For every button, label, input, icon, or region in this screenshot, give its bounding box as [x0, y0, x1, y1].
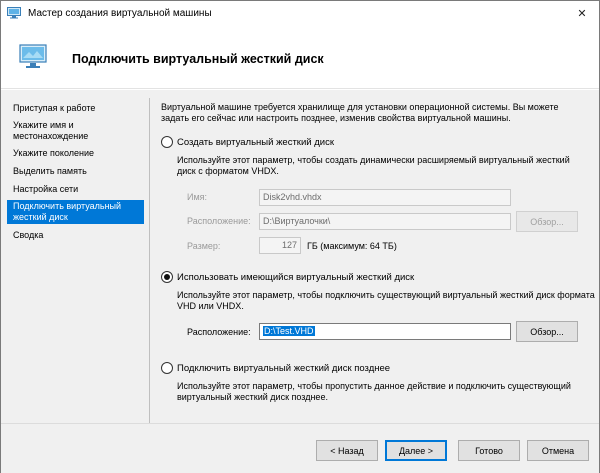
existing-location-field[interactable]: D:\Test.VHD: [259, 323, 511, 340]
nav-divider: [149, 98, 150, 423]
window-title: Мастер создания виртуальной машины: [28, 8, 212, 19]
nav-item-connect-vhd[interactable]: Подключить виртуальный жесткий диск: [7, 200, 144, 224]
nav-item-memory[interactable]: Выделить память: [7, 165, 144, 178]
radio-create-vhd[interactable]: Создать виртуальный жесткий диск: [161, 136, 334, 148]
radio-create-label: Создать виртуальный жесткий диск: [177, 136, 334, 148]
radio-existing-indicator[interactable]: [161, 271, 173, 283]
create-size-unit: ГБ (максимум: 64 ТБ): [307, 241, 397, 251]
create-location-label: Расположение:: [187, 216, 251, 226]
vm-monitor-icon: [19, 44, 47, 70]
radio-later-label: Подключить виртуальный жесткий диск позд…: [177, 362, 391, 374]
wizard-body: Приступая к работе Укажите имя и местона…: [1, 90, 599, 423]
wizard-content: Виртуальной машине требуется хранилище д…: [161, 90, 595, 423]
cancel-button[interactable]: Отмена: [527, 440, 589, 461]
create-name-label: Имя:: [187, 192, 208, 202]
existing-location-value: D:\Test.VHD: [263, 326, 315, 336]
nav-item-summary[interactable]: Сводка: [7, 229, 144, 242]
existing-browse-button[interactable]: Обзор...: [516, 321, 578, 342]
create-name-field[interactable]: Disk2vhd.vhdx: [259, 189, 511, 206]
back-button[interactable]: < Назад: [316, 440, 378, 461]
later-description: Используйте этот параметр, чтобы пропуст…: [177, 381, 571, 402]
radio-create-indicator[interactable]: [161, 136, 173, 148]
close-button[interactable]: ✕: [567, 1, 597, 25]
existing-location-label: Расположение:: [187, 327, 251, 337]
next-button[interactable]: Далее >: [385, 440, 447, 461]
create-size-field[interactable]: 127: [259, 237, 301, 254]
create-browse-button[interactable]: Обзор...: [516, 211, 578, 232]
page-title: Подключить виртуальный жесткий диск: [72, 52, 324, 66]
nav-item-generation[interactable]: Укажите поколение: [7, 147, 144, 160]
wizard-window: Мастер создания виртуальной машины ✕ Под…: [0, 0, 600, 473]
nav-item-name-location[interactable]: Укажите имя и местонахождение: [7, 119, 144, 143]
nav-item-network[interactable]: Настройка сети: [7, 183, 144, 196]
radio-later-indicator[interactable]: [161, 362, 173, 374]
close-icon: ✕: [577, 7, 587, 20]
wizard-header: Подключить виртуальный жесткий диск: [1, 27, 599, 89]
intro-text: Виртуальной машине требуется хранилище д…: [161, 102, 559, 123]
existing-description: Используйте этот параметр, чтобы подключ…: [177, 290, 595, 311]
vm-monitor-icon: [7, 7, 21, 19]
radio-later-vhd[interactable]: Подключить виртуальный жесткий диск позд…: [161, 362, 390, 374]
radio-existing-label: Использовать имеющийся виртуальный жестк…: [177, 271, 415, 283]
title-bar: Мастер создания виртуальной машины ✕: [1, 1, 599, 27]
create-description: Используйте этот параметр, чтобы создать…: [177, 155, 570, 176]
finish-button[interactable]: Готово: [458, 440, 520, 461]
create-location-field[interactable]: D:\Виртуалочки\: [259, 213, 511, 230]
wizard-steps-nav: Приступая к работе Укажите имя и местона…: [1, 90, 144, 423]
radio-existing-vhd[interactable]: Использовать имеющийся виртуальный жестк…: [161, 271, 414, 283]
wizard-footer: < Назад Далее > Готово Отмена: [1, 423, 599, 473]
nav-item-start[interactable]: Приступая к работе: [7, 102, 144, 115]
create-size-label: Размер:: [187, 241, 221, 251]
